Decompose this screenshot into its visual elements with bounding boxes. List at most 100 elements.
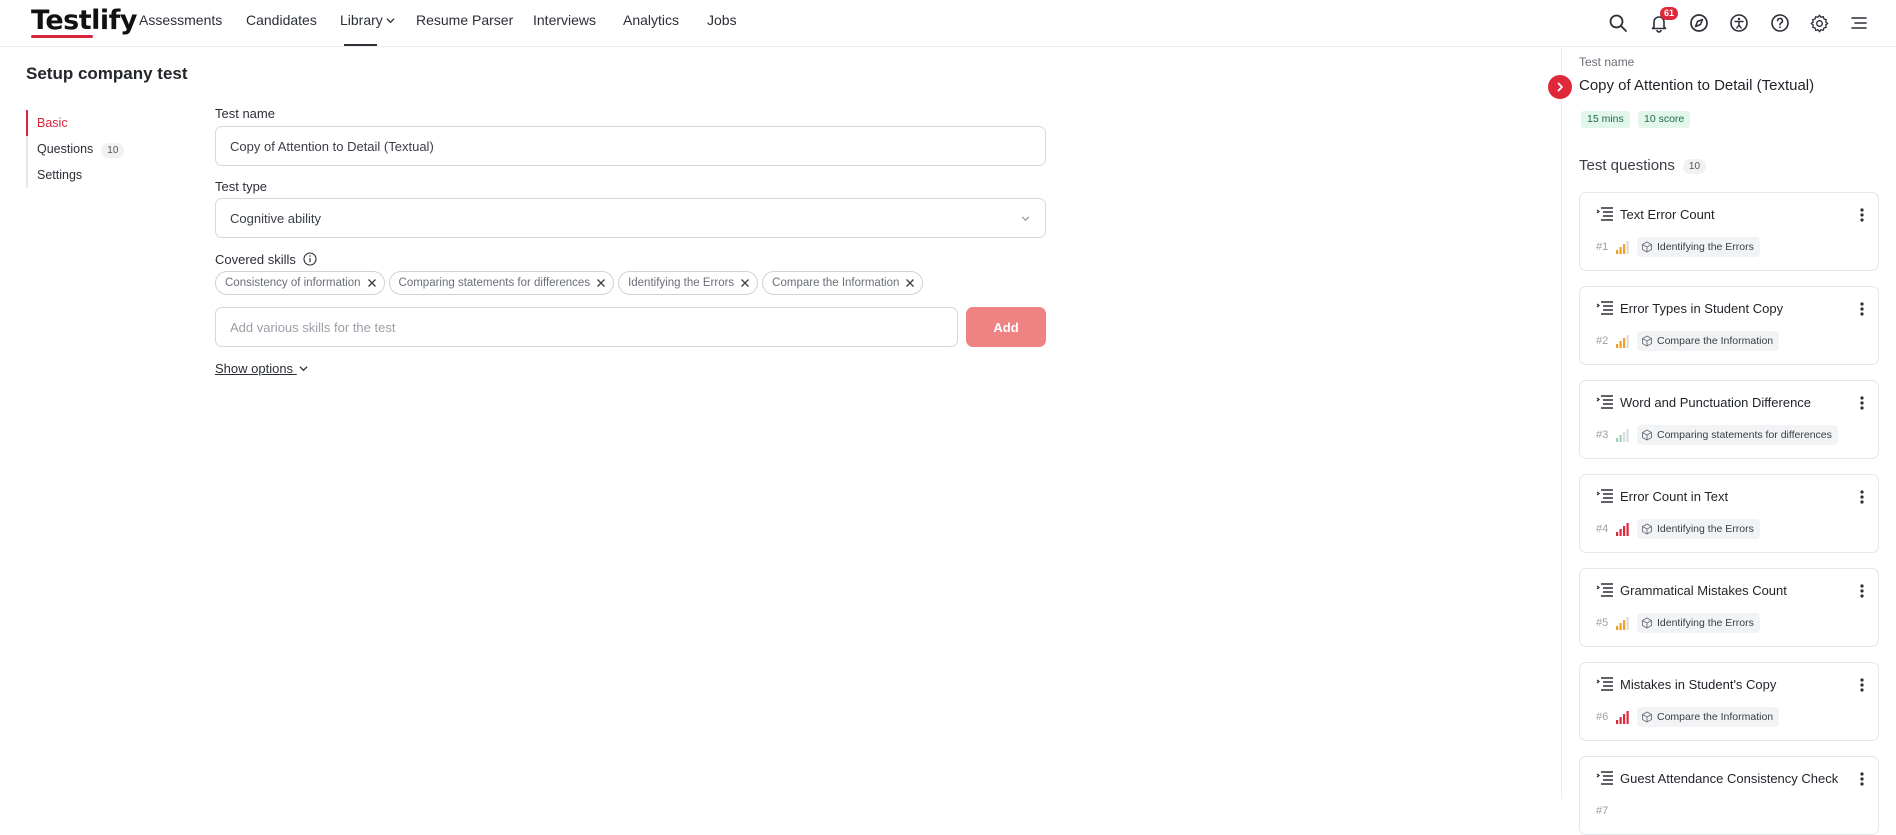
questions-count-badge: 10 [101, 143, 125, 158]
nav-candidates[interactable]: Candidates [246, 12, 317, 28]
side-item-label: Basic [37, 116, 68, 130]
skill-chips: Consistency of information Comparing stat… [215, 271, 927, 295]
nav-library[interactable]: Library [340, 12, 395, 28]
question-skill-tag: Identifying the Errors [1637, 519, 1760, 539]
skill-chip-label: Comparing statements for differences [398, 277, 591, 289]
question-skill-label: Identifying the Errors [1657, 617, 1754, 629]
question-card[interactable]: Error Count in Text #4 Identifying the Err… [1579, 474, 1879, 553]
list-order-icon [1596, 676, 1614, 692]
gear-icon[interactable] [1806, 10, 1832, 36]
more-vertical-icon[interactable] [1854, 769, 1870, 789]
question-title: Mistakes in Student's Copy [1620, 677, 1777, 692]
question-skill-tag: Identifying the Errors [1637, 613, 1760, 633]
test-questions-heading: Test questions 10 [1579, 157, 1707, 174]
search-icon[interactable] [1605, 10, 1631, 36]
question-card[interactable]: Error Types in Student Copy #2 Compare the… [1579, 286, 1879, 365]
list-order-icon [1596, 300, 1614, 316]
skill-chip-label: Identifying the Errors [628, 277, 735, 289]
test-type-label: Test type [215, 179, 268, 194]
covered-skills-text: Covered skills [215, 252, 296, 267]
covered-skills-label: Covered skills [215, 252, 317, 269]
question-skill-label: Identifying the Errors [1657, 241, 1754, 253]
add-skill-button[interactable]: Add [966, 307, 1046, 347]
difficulty-bars-icon [1616, 616, 1630, 630]
page-title: Setup company test [26, 64, 188, 83]
question-number: #6 [1596, 711, 1609, 723]
accessibility-icon[interactable] [1726, 10, 1752, 36]
more-vertical-icon[interactable] [1854, 299, 1870, 319]
side-item-settings[interactable]: Settings [28, 162, 156, 188]
chevron-down-icon [299, 361, 308, 376]
list-order-icon [1596, 394, 1614, 410]
cube-icon [1641, 523, 1653, 535]
nav-jobs[interactable]: Jobs [707, 12, 737, 28]
question-title: Error Count in Text [1620, 489, 1729, 504]
nav-assessments[interactable]: Assessments [139, 12, 222, 28]
nav-resume-parser[interactable]: Resume Parser [416, 12, 513, 28]
skill-chip-label: Consistency of information [225, 277, 361, 289]
test-questions-count: 10 [1682, 158, 1707, 174]
cube-icon [1641, 711, 1653, 723]
skill-chip-label: Compare the Information [772, 277, 900, 289]
more-vertical-icon[interactable] [1854, 581, 1870, 601]
question-card[interactable]: Guest Attendance Consistency Check #7 [1579, 756, 1879, 835]
score-tag: 10 score [1638, 111, 1691, 128]
question-card[interactable]: Grammatical Mistakes Count #5 Identifying … [1579, 568, 1879, 647]
close-icon[interactable] [739, 277, 751, 289]
side-item-questions[interactable]: Questions 10 [28, 136, 156, 162]
cube-icon [1641, 429, 1653, 441]
more-vertical-icon[interactable] [1854, 393, 1870, 413]
skill-chip: Compare the Information [762, 271, 924, 295]
list-order-icon [1596, 582, 1614, 598]
question-title: Word and Punctuation Difference [1620, 395, 1812, 410]
question-skill-label: Compare the Information [1657, 335, 1774, 347]
compass-icon[interactable] [1686, 10, 1712, 36]
question-card[interactable]: Mistakes in Student's Copy #6 Compare the … [1579, 662, 1879, 741]
question-title: Grammatical Mistakes Count [1620, 583, 1787, 598]
chevron-down-icon [386, 12, 395, 28]
question-skill-tag: Comparing statements for differences [1637, 425, 1838, 445]
skill-chip: Comparing statements for differences [388, 271, 615, 295]
close-icon[interactable] [366, 277, 378, 289]
more-vertical-icon[interactable] [1854, 487, 1870, 507]
notification-badge: 61 [1660, 7, 1679, 20]
more-vertical-icon[interactable] [1854, 205, 1870, 225]
close-icon[interactable] [595, 277, 607, 289]
logo-underline [31, 35, 93, 38]
info-icon[interactable] [302, 252, 317, 269]
list-order-icon [1596, 770, 1614, 786]
bell-icon[interactable]: 61 [1646, 7, 1679, 36]
testlify-logo[interactable]: Testlify [31, 5, 137, 36]
difficulty-bars-icon [1616, 428, 1630, 442]
skill-chip: Consistency of information [215, 271, 385, 295]
list-order-icon [1596, 206, 1614, 222]
question-skill-tag: Identifying the Errors [1637, 237, 1760, 257]
collapse-panel-button[interactable] [1548, 75, 1572, 99]
panel-test-title: Copy of Attention to Detail (Textual) [1579, 77, 1815, 94]
test-name-input[interactable]: Copy of Attention to Detail (Textual) [215, 126, 1046, 166]
side-item-basic[interactable]: Basic [26, 110, 156, 136]
cube-icon [1641, 335, 1653, 347]
question-card[interactable]: Word and Punctuation Difference #3 Compari… [1579, 380, 1879, 459]
question-skill-tag: Compare the Information [1637, 707, 1780, 727]
more-vertical-icon[interactable] [1854, 675, 1870, 695]
add-skill-input[interactable]: Add various skills for the test [215, 307, 958, 347]
nav-analytics[interactable]: Analytics [623, 12, 679, 28]
test-type-select[interactable]: Cognitive ability [215, 198, 1046, 238]
help-icon[interactable] [1767, 10, 1793, 36]
test-type-value: Cognitive ability [230, 210, 322, 226]
difficulty-bars-icon [1616, 710, 1630, 724]
question-card[interactable]: Text Error Count #1 Identifying the Errors [1579, 192, 1879, 271]
show-options-link[interactable]: Show options [215, 361, 308, 376]
nav-interviews[interactable]: Interviews [533, 12, 596, 28]
skill-chip: Identifying the Errors [618, 271, 759, 295]
question-number: #7 [1596, 805, 1609, 817]
difficulty-bars-icon [1616, 334, 1630, 348]
question-title: Text Error Count [1620, 207, 1715, 222]
menu-icon[interactable] [1846, 10, 1872, 36]
close-icon[interactable] [904, 277, 916, 289]
top-navbar: Testlify Assessments Candidates Library … [0, 0, 1896, 47]
show-options-label: Show options [215, 361, 294, 376]
difficulty-bars-icon [1616, 240, 1630, 254]
chevron-down-icon [1020, 212, 1031, 227]
